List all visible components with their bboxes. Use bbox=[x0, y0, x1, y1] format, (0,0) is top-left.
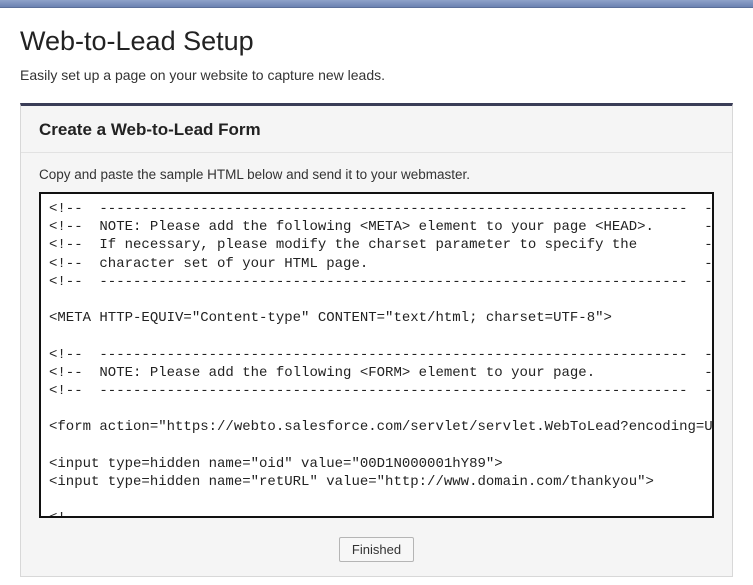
panel-heading: Create a Web-to-Lead Form bbox=[21, 106, 732, 153]
generated-html-textarea[interactable]: <!-- -----------------------------------… bbox=[39, 192, 714, 518]
instruction-text: Copy and paste the sample HTML below and… bbox=[39, 167, 714, 182]
finished-button[interactable]: Finished bbox=[339, 537, 414, 562]
button-row: Finished bbox=[39, 523, 714, 562]
page-title: Web-to-Lead Setup bbox=[20, 26, 733, 57]
top-accent-bar bbox=[0, 0, 753, 8]
page-subtitle: Easily set up a page on your website to … bbox=[20, 67, 733, 83]
form-panel: Create a Web-to-Lead Form Copy and paste… bbox=[20, 103, 733, 577]
